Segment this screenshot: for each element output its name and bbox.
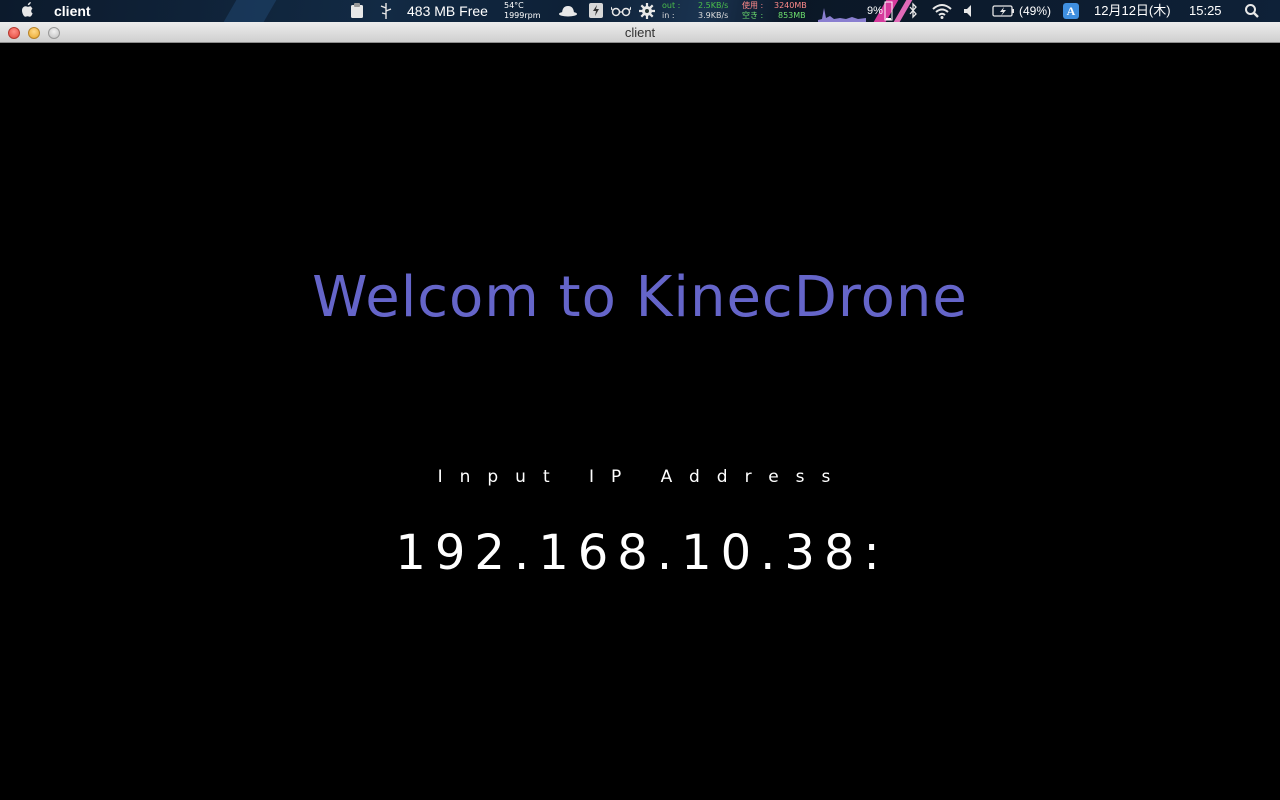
net-in-label: in : [662,11,675,20]
hat-icon[interactable] [558,0,578,22]
battery-percent-text[interactable]: (49%) [1019,0,1051,22]
gear-icon[interactable] [638,0,656,22]
cpu-percent-text[interactable]: 9% [867,0,883,22]
lightning-icon[interactable] [588,0,604,22]
temperature-text: 54°C [504,1,524,10]
apple-menu-icon[interactable] [18,0,38,22]
mem-free-value: 853MB [778,11,806,20]
cpu-meter-icon [884,0,894,22]
clock-text[interactable]: 15:25 [1189,0,1222,22]
spotlight-search-icon[interactable] [1244,0,1260,22]
mem-used-label: 使用 : [742,1,764,10]
wifi-icon[interactable] [931,0,953,22]
net-out-label: out : [662,1,681,10]
app-menu[interactable]: client [54,0,91,22]
window-title-bar[interactable]: client [0,22,1280,43]
wallpaper-streak [223,0,277,22]
mem-used-value: 3240MB [774,1,807,10]
mem-free-label: 空き : [742,11,764,20]
window-title: client [624,25,656,40]
fan-speed-text: 1999rpm [504,11,541,20]
date-text[interactable]: 12月12日(木) [1094,0,1171,22]
net-in-value: 3.9KB/s [698,11,729,20]
net-out-value: 2.5KB/s [698,1,729,10]
menu-bar: client 483 MB Free 54°C 1999rpm out : in… [0,0,1280,22]
volume-icon[interactable] [962,0,976,22]
ip-address-input[interactable]: 192.168.10.38: [0,525,1280,581]
clipboard-icon[interactable] [349,0,365,22]
app-content: Welcom to KinecDrone Input IP Address 19… [0,43,1280,800]
input-method-badge: A [1063,3,1079,19]
input-method-icon[interactable]: A [1063,0,1079,22]
bluetooth-icon[interactable] [907,0,919,22]
cpu-graph-icon[interactable] [818,0,866,22]
ip-prompt-label: Input IP Address [437,467,848,487]
battery-icon[interactable] [992,0,1016,22]
memory-free-text[interactable]: 483 MB Free [407,0,488,22]
glasses-icon[interactable] [610,0,632,22]
welcome-heading: Welcom to KinecDrone [312,265,968,330]
leaf-icon[interactable] [377,0,395,22]
